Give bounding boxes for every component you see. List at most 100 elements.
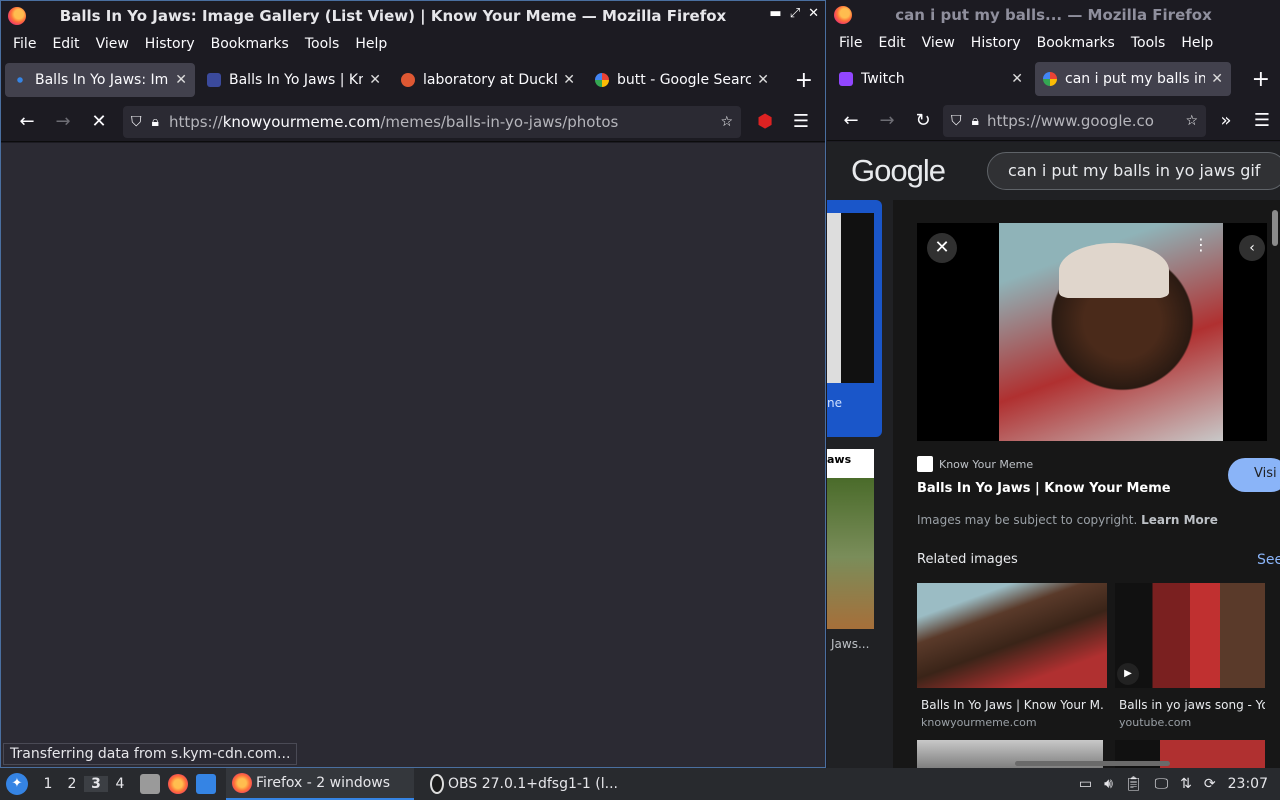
tab-google-search[interactable]: can i put my balls in y ✕: [1035, 62, 1231, 96]
desktop-icon[interactable]: [196, 774, 216, 794]
menu-help[interactable]: Help: [347, 36, 395, 52]
tab-google-butt[interactable]: butt - Google Search ✕: [587, 63, 777, 97]
stop-icon[interactable]: ✕: [81, 106, 117, 138]
update-icon[interactable]: ⟳: [1204, 776, 1216, 792]
hamburger-menu-icon[interactable]: ☰: [1244, 105, 1280, 137]
start-menu-icon[interactable]: ✦: [6, 773, 28, 795]
close-tab-icon[interactable]: ✕: [1011, 71, 1023, 87]
lock-icon[interactable]: 🔒︎: [972, 113, 979, 129]
clock[interactable]: 23:07: [1228, 776, 1268, 792]
learn-more-link[interactable]: Learn More: [1141, 513, 1218, 527]
back-icon[interactable]: ←: [833, 105, 869, 137]
horizontal-scrollbar[interactable]: [1015, 761, 1170, 766]
lock-icon[interactable]: 🔒︎: [152, 114, 159, 130]
tab-kym[interactable]: Balls In Yo Jaws | Kno ✕: [199, 63, 389, 97]
maximize-icon[interactable]: ⤢: [790, 6, 800, 21]
disk-icon[interactable]: ▭: [1079, 776, 1092, 792]
url-bar[interactable]: ⛉ 🔒︎ https://www.google.co ☆: [943, 104, 1206, 137]
system-tray: ▭ 🔊︎ 📋︎ 🖵 ⇅ ⟳ 23:07: [1073, 768, 1280, 800]
related-image[interactable]: ▶: [1115, 583, 1265, 688]
workspace-4[interactable]: 4: [108, 776, 132, 792]
menu-edit[interactable]: Edit: [870, 35, 913, 51]
close-tab-icon[interactable]: ✕: [175, 72, 187, 88]
close-icon[interactable]: ✕: [927, 233, 957, 263]
close-tab-icon[interactable]: ✕: [563, 72, 575, 88]
close-icon[interactable]: ✕: [808, 6, 819, 21]
visit-button[interactable]: Visi: [1228, 458, 1280, 492]
url-bar[interactable]: ⛉ 🔒︎ https://knowyourmeme.com/memes/ball…: [123, 105, 741, 138]
image-title[interactable]: Balls In Yo Jaws | Know Your Meme: [917, 481, 1171, 496]
related-source: youtube.com: [1119, 716, 1192, 729]
workspace-2[interactable]: 2: [60, 776, 84, 792]
taskbar: ✦ 1 2 3 4 Firefox - 2 windows OBS 27.0.1…: [0, 768, 1280, 800]
menu-file[interactable]: File: [5, 36, 44, 52]
obs-icon: [430, 774, 444, 794]
forward-icon[interactable]: →: [45, 106, 81, 138]
menu-history[interactable]: History: [137, 36, 203, 52]
hamburger-menu-icon[interactable]: ☰: [783, 106, 819, 138]
display-icon[interactable]: 🖵: [1155, 776, 1169, 792]
window-titlebar[interactable]: can i put my balls... — Mozilla Firefox: [827, 0, 1280, 29]
shield-icon[interactable]: ⛉: [951, 113, 962, 129]
tab-twitch[interactable]: Twitch ✕: [831, 62, 1031, 96]
close-tab-icon[interactable]: ✕: [757, 72, 769, 88]
shield-icon[interactable]: ⛉: [131, 114, 142, 130]
menu-tools[interactable]: Tools: [1123, 35, 1174, 51]
preview-image-frame: ✕ ⋮ ‹: [917, 223, 1267, 441]
related-image[interactable]: [917, 583, 1107, 688]
minimize-icon[interactable]: ▬: [769, 6, 781, 21]
menu-file[interactable]: File: [831, 35, 870, 51]
workspace-1[interactable]: 1: [36, 776, 60, 792]
source-info[interactable]: Know Your Meme: [917, 456, 1033, 472]
overflow-icon[interactable]: »: [1208, 105, 1244, 137]
tab-kym-gallery[interactable]: Balls In Yo Jaws: Ima ✕: [5, 63, 195, 97]
bookmark-star-icon[interactable]: ☆: [720, 114, 733, 130]
google-icon: [595, 73, 609, 87]
volume-icon[interactable]: 🔊︎: [1104, 776, 1113, 792]
close-tab-icon[interactable]: ✕: [369, 72, 381, 88]
network-icon[interactable]: ⇅: [1180, 776, 1192, 792]
menu-help[interactable]: Help: [1173, 35, 1221, 51]
firefox-launcher-icon[interactable]: [168, 774, 188, 794]
menu-view[interactable]: View: [88, 36, 137, 52]
workspace-3[interactable]: 3: [84, 776, 108, 792]
clipboard-icon[interactable]: 📋︎: [1125, 776, 1143, 792]
related-images-heading: Related images: [917, 552, 1018, 567]
see-more-link[interactable]: See: [1257, 552, 1280, 568]
search-input[interactable]: can i put my balls in yo jaws gif: [987, 152, 1280, 190]
tab-duckduckgo[interactable]: laboratory at DuckDu ✕: [393, 63, 583, 97]
firefox-icon: [834, 6, 852, 24]
window-titlebar[interactable]: Balls In Yo Jaws: Image Gallery (List Vi…: [1, 1, 825, 30]
related-title[interactable]: Balls In Yo Jaws | Know Your M...: [921, 698, 1105, 712]
bookmark-star-icon[interactable]: ☆: [1185, 113, 1198, 129]
file-manager-icon[interactable]: [140, 774, 160, 794]
vertical-scrollbar[interactable]: [1272, 210, 1278, 246]
menu-bookmarks[interactable]: Bookmarks: [203, 36, 297, 52]
new-tab-icon[interactable]: +: [1252, 67, 1270, 92]
reload-icon[interactable]: ↻: [905, 105, 941, 137]
forward-icon[interactable]: →: [869, 105, 905, 137]
menu-view[interactable]: View: [914, 35, 963, 51]
kym-favicon-icon: [917, 456, 933, 472]
result-caption[interactable]: Jaws...: [831, 637, 869, 651]
google-logo[interactable]: Google: [851, 153, 946, 189]
menu-history[interactable]: History: [963, 35, 1029, 51]
menu-edit[interactable]: Edit: [44, 36, 87, 52]
page-content-loading: Transferring data from s.kym-cdn.com...: [1, 143, 825, 767]
more-options-icon[interactable]: ⋮: [1193, 235, 1209, 254]
menu-tools[interactable]: Tools: [297, 36, 348, 52]
result-thumbnail[interactable]: aws: [827, 449, 874, 629]
google-header: Google can i put my balls in yo jaws gif: [827, 142, 1280, 200]
related-title[interactable]: Balls in yo jaws song - You: [1119, 698, 1265, 712]
chevron-left-icon[interactable]: ‹: [1239, 235, 1265, 261]
menu-bookmarks[interactable]: Bookmarks: [1029, 35, 1123, 51]
close-tab-icon[interactable]: ✕: [1211, 71, 1223, 87]
task-firefox[interactable]: Firefox - 2 windows: [226, 768, 414, 800]
result-thumbnail-selected[interactable]: ne: [827, 200, 882, 437]
back-icon[interactable]: ←: [9, 106, 45, 138]
preview-image[interactable]: [999, 223, 1223, 441]
new-tab-icon[interactable]: +: [795, 68, 813, 93]
task-obs[interactable]: OBS 27.0.1+dfsg1-1 (l...: [424, 768, 624, 800]
nav-toolbar: ← → ✕ ⛉ 🔒︎ https://knowyourmeme.com/meme…: [1, 102, 825, 142]
ublock-icon[interactable]: ⬢: [747, 106, 783, 138]
